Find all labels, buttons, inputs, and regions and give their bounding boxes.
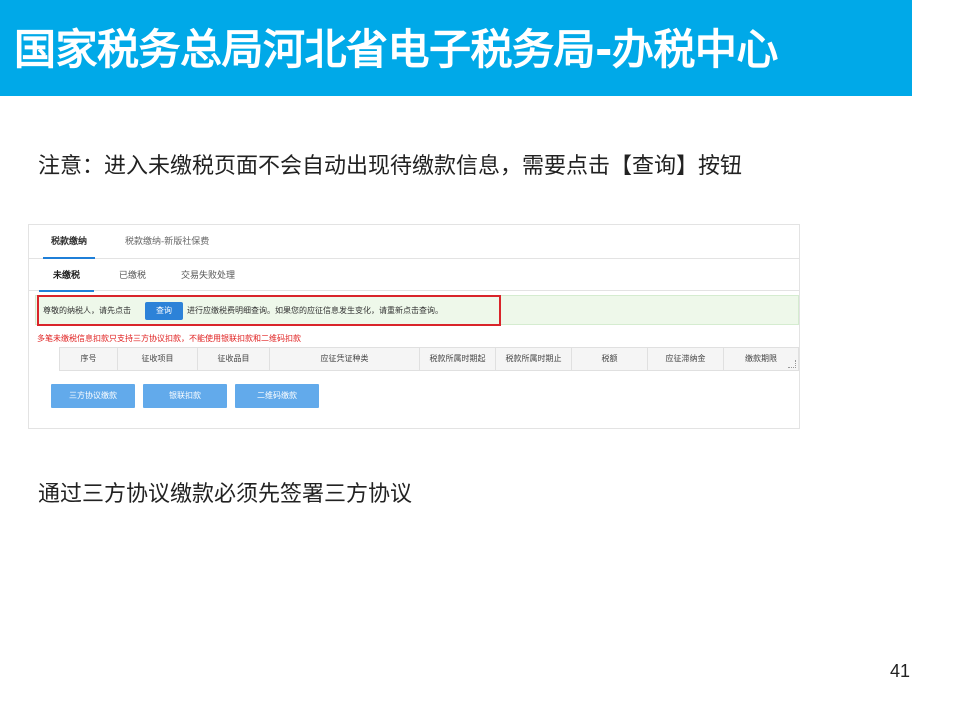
top-tab-bar: 税款缴纳 税款缴纳-新版社保费 [29, 225, 799, 259]
tab-paid[interactable]: 已缴税 [119, 270, 146, 282]
warning-text: 多笔未缴税信息扣款只支持三方协议扣款，不能使用银联扣款和二维码扣款 [37, 334, 301, 343]
title-banner: 国家税务总局河北省电子税务局-办税中心 [0, 0, 912, 96]
column-header: 缴款期限 [745, 354, 777, 363]
tab-unpaid[interactable]: 未缴税 [38, 270, 95, 292]
column-header: 征收项目 [118, 348, 198, 370]
column-header: 税额 [572, 348, 648, 370]
sub-tab-bar: 未缴税 已缴税 交易失败处理 [29, 259, 799, 292]
column-header: 应征凭证种类 [270, 348, 420, 370]
tab-tax-payment[interactable]: 税款缴纳 [42, 236, 96, 259]
column-header: 税款所属时期止 [496, 348, 572, 370]
tab-failed-transactions[interactable]: 交易失败处理 [181, 270, 235, 282]
column-header: 征收品目 [198, 348, 270, 370]
unionpay-debit-button[interactable]: 银联扣款 [143, 384, 227, 408]
tax-payment-screenshot: 税款缴纳 税款缴纳-新版社保费 未缴税 已缴税 交易失败处理 尊敬的纳税人，请先… [28, 224, 800, 429]
column-header: 应征滞纳金 [648, 348, 724, 370]
column-header: 序号 [60, 348, 118, 370]
note-three-party: 通过三方协议缴款必须先签署三方协议 [38, 482, 413, 507]
table-header: 序号 征收项目 征收品目 应征凭证种类 税款所属时期起 税款所属时期止 税额 应… [59, 347, 799, 371]
resize-handle-icon[interactable] [788, 360, 796, 368]
column-header: 税款所属时期起 [420, 348, 496, 370]
page-number: 41 [889, 661, 910, 681]
three-party-payment-button[interactable]: 三方协议缴款 [51, 384, 135, 408]
qr-code-payment-button[interactable]: 二维码缴款 [235, 384, 319, 408]
highlight-box [37, 295, 501, 326]
note-text: 注意：进入未缴税页面不会自动出现待缴款信息，需要点击【查询】按钮 [38, 154, 743, 179]
slide-title: 国家税务总局河北省电子税务局-办税中心 [14, 25, 778, 74]
tab-tax-payment-social-security[interactable]: 税款缴纳-新版社保费 [125, 236, 209, 248]
